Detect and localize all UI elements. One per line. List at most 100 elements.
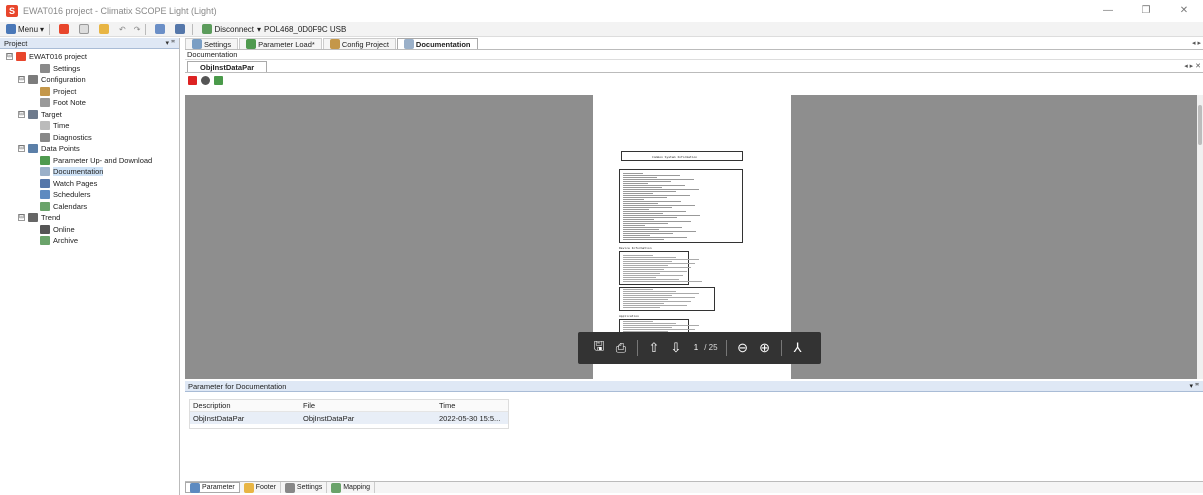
table-row[interactable]: ObjInstDataPar ObjInstDataPar 2022-05-30… (190, 412, 508, 424)
disconnect-button[interactable]: Disconnect ▾ POL468_0D0F9C USB (200, 23, 348, 36)
pdf-page-total: / 25 (704, 343, 718, 352)
tree-item-label: Data Points (41, 144, 80, 154)
open-file-button[interactable] (97, 23, 113, 36)
pdf-text-line (623, 215, 700, 216)
zoom-out-icon: ⊖ (737, 340, 749, 355)
pdf-text-line (623, 223, 668, 224)
pdf-text-line (623, 267, 691, 268)
collapse-icon[interactable]: ⊟ (18, 110, 25, 118)
tree-item-online[interactable]: Online (0, 224, 179, 236)
viewer-scroll-thumb[interactable] (1198, 105, 1202, 145)
tree-item-project[interactable]: Project (0, 86, 179, 98)
print-icon[interactable] (201, 75, 210, 85)
bottom-tab-mapping[interactable]: Mapping (327, 482, 376, 493)
pdf-text-line (623, 219, 654, 220)
pdf-text-line (623, 273, 660, 274)
tab-scroll-arrows[interactable]: ◂ ▸ (1192, 39, 1201, 47)
scope-logo-button[interactable] (57, 23, 73, 36)
tab-config-project[interactable]: Config Project (322, 38, 396, 49)
bottom-tab-label: Footer (255, 484, 276, 491)
pdf-print-button[interactable]: ⎙ (610, 338, 632, 358)
save-all-button[interactable] (173, 23, 189, 36)
undo-button[interactable]: ↶ (117, 23, 128, 36)
tree-item-ewat016-project[interactable]: ⊟ EWAT016 project (0, 51, 179, 63)
pdf-text-line (623, 327, 672, 328)
pdf-text-line (623, 233, 673, 234)
tree-item-watch-pages[interactable]: Watch Pages (0, 178, 179, 190)
subtab-scroll-arrows[interactable]: ◂ ▸ ✕ (1184, 62, 1201, 70)
tab-icon (329, 39, 340, 49)
tree-item-diagnostics[interactable]: Diagnostics (0, 132, 179, 144)
collapse-icon[interactable]: ⊟ (18, 214, 25, 222)
tree-item-schedulers[interactable]: Schedulers (0, 189, 179, 201)
tree-item-target[interactable]: ⊟ Target (0, 109, 179, 121)
minimize-button[interactable]: — (1089, 0, 1127, 22)
pdf-viewer[interactable]: Common System Information Device Informa… (185, 95, 1203, 379)
save-button[interactable] (153, 23, 169, 36)
pdf-text-line (623, 197, 667, 198)
pdf-text-line (623, 173, 643, 174)
column-header-time[interactable]: Time (436, 401, 508, 410)
main-area: Settings Parameter Load* Config Project Doc… (185, 38, 1203, 495)
tree-item-documentation[interactable]: Documentation (0, 166, 179, 178)
tree-item-data-points[interactable]: ⊟ Data Points (0, 143, 179, 155)
pdf-text-line (623, 259, 699, 260)
column-header-file[interactable]: File (300, 401, 436, 410)
collapse-icon[interactable]: ⊟ (6, 53, 13, 61)
tab-label: Settings (204, 39, 232, 49)
pdf-next-page-button[interactable]: ⇩ (665, 338, 687, 358)
new-file-button[interactable] (77, 23, 93, 36)
bottom-tab-footer[interactable]: Footer (240, 482, 281, 493)
pdf-heading-box: Common System Information (621, 151, 743, 161)
pane-pin-icon[interactable]: ▾ ꟸ (166, 39, 176, 47)
viewer-scrollbar[interactable] (1197, 95, 1203, 379)
tree-item-calendars[interactable]: Calendars (0, 201, 179, 213)
pdf-text-line (623, 301, 691, 302)
tree-item-archive[interactable]: Archive (0, 235, 179, 247)
pdf-text-line (623, 277, 656, 278)
tree-item-foot-note[interactable]: Foot Note (0, 97, 179, 109)
tree-item-time[interactable]: Time (0, 120, 179, 132)
refresh-icon[interactable] (214, 75, 223, 85)
tree-item-configuration[interactable]: ⊟ Configuration (0, 74, 179, 86)
pdf-text-line (623, 281, 702, 282)
app-logo-icon: S (6, 5, 18, 17)
tree-item-trend[interactable]: ⊟ Trend (0, 212, 179, 224)
collapse-icon[interactable]: ⊟ (18, 145, 25, 153)
tree-node-icon (28, 109, 38, 119)
pdf-text-line (623, 217, 677, 218)
pdf-text-line (623, 323, 676, 324)
pdf-open-acrobat-button[interactable]: ⅄ (787, 338, 809, 358)
panel-pin-icon[interactable]: ▾ ꟸ (1190, 381, 1200, 392)
pdf-export-icon[interactable] (188, 75, 197, 85)
pdf-page-input[interactable]: 1 (690, 342, 702, 354)
tree-item-label: Project (53, 86, 77, 96)
collapse-icon[interactable]: ⊟ (18, 76, 25, 84)
tab-parameter-load-[interactable]: Parameter Load* (239, 38, 322, 49)
tab-settings[interactable]: Settings (185, 38, 239, 49)
tree-item-settings[interactable]: Settings (0, 63, 179, 75)
pdf-text-line (623, 189, 699, 190)
pdf-text-line (623, 305, 687, 306)
close-button[interactable]: ✕ (1165, 0, 1203, 22)
restore-button[interactable]: ❐ (1127, 0, 1165, 22)
tree-item-label: Trend (41, 213, 61, 223)
menu-button[interactable]: Menu ▾ (4, 23, 46, 36)
tab-documentation[interactable]: Documentation (396, 38, 478, 49)
tree-item-label: Target (41, 109, 62, 119)
tree-node-icon (16, 52, 26, 62)
bottom-tab-settings[interactable]: Settings (281, 482, 328, 493)
pdf-zoom-in-button[interactable]: ⊕ (754, 338, 776, 358)
printer-icon: ⎙ (615, 340, 627, 355)
column-header-description[interactable]: Description (190, 401, 300, 410)
tree-item-parameter-up-and-download[interactable]: Parameter Up- and Download (0, 155, 179, 167)
pdf-text-line (623, 261, 672, 262)
pdf-zoom-out-button[interactable]: ⊖ (732, 338, 754, 358)
tree-item-label: EWAT016 project (29, 52, 87, 62)
redo-button[interactable]: ↷ (132, 23, 143, 36)
bottom-tab-parameter[interactable]: Parameter (185, 482, 240, 493)
subtab-objinstdatapar[interactable]: ObjInstDataPar (187, 61, 268, 72)
pdf-save-button[interactable]: 🖫 (588, 338, 610, 358)
pdf-prev-page-button[interactable]: ⇧ (643, 338, 665, 358)
pdf-text-line (623, 293, 699, 294)
